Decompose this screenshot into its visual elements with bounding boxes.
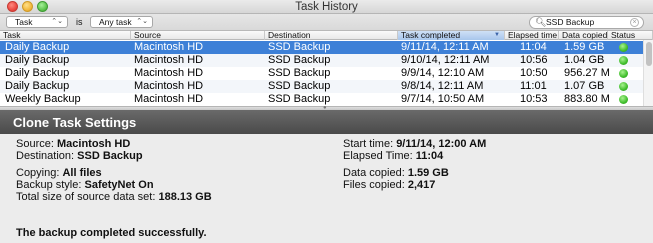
status-ok-icon (619, 43, 628, 52)
details-title: Clone Task Settings (13, 115, 137, 130)
details-header: Clone Task Settings (0, 110, 653, 134)
filter-value-popup[interactable]: Any task ⌃⌄ (90, 16, 153, 28)
detail-label: Data copied: (343, 167, 405, 179)
detail-data-copied: Data copied: 1.59 GB (343, 167, 449, 179)
table-row[interactable]: Daily Backup Macintosh HD SSD Backup 9/8… (0, 80, 643, 93)
window-title: Task History (295, 1, 358, 13)
detail-label: Total size of source data set: (16, 191, 156, 203)
scrollbar-thumb[interactable] (646, 42, 652, 66)
column-header-label: Task completed (401, 31, 461, 40)
detail-value: All files (62, 167, 102, 179)
cell-task: Weekly Backup (5, 93, 81, 105)
table-header: Task Source Destination Task completed ▼… (0, 31, 653, 40)
detail-label: Source: (16, 138, 54, 150)
cell-destination: SSD Backup (268, 93, 331, 105)
cell-source: Macintosh HD (134, 80, 204, 92)
search-icon: 🔍︎ (535, 17, 547, 27)
detail-label: Elapsed Time: (343, 150, 413, 162)
cell-task-completed: 9/11/14, 12:11 AM (401, 41, 489, 53)
detail-value: Macintosh HD (56, 138, 131, 150)
detail-copying: Copying: All files (16, 167, 102, 179)
column-header-task[interactable]: Task (0, 31, 131, 40)
detail-label: Destination: (16, 150, 75, 162)
detail-label: Start time: (343, 138, 394, 150)
cell-task: Daily Backup (5, 80, 70, 92)
task-history-table: Task Source Destination Task completed ▼… (0, 31, 653, 106)
detail-value: 188.13 GB (158, 191, 212, 203)
filter-toolbar: Task ⌃⌄ is Any task ⌃⌄ 🔍︎ SSD Backup × (0, 14, 653, 31)
vertical-scrollbar[interactable] (643, 40, 653, 106)
cell-data-copied: 956.27 MB (564, 67, 609, 79)
cell-destination: SSD Backup (268, 67, 331, 79)
detail-total-size: Total size of source data set: 188.13 GB (16, 191, 212, 203)
column-header-data-copied[interactable]: Data copied (559, 31, 608, 40)
detail-source: Source: Macintosh HD (16, 138, 130, 150)
table-row[interactable]: Daily Backup Macintosh HD SSD Backup 9/1… (0, 54, 643, 67)
cell-data-copied: 1.59 GB (564, 41, 605, 53)
filter-field-popup[interactable]: Task ⌃⌄ (6, 16, 68, 28)
cell-source: Macintosh HD (134, 93, 204, 105)
detail-label: Backup style: (16, 179, 82, 191)
result-message: The backup completed successfully. (16, 227, 207, 239)
filter-operator-label: is (76, 17, 83, 27)
details-panel: Source: Macintosh HD Destination: SSD Ba… (0, 134, 653, 243)
detail-value: SafetyNet On (84, 179, 154, 191)
status-ok-icon (619, 82, 628, 91)
cell-source: Macintosh HD (134, 67, 204, 79)
detail-value: 11:04 (415, 150, 444, 162)
detail-backup-style: Backup style: SafetyNet On (16, 179, 154, 191)
cell-task-completed: 9/9/14, 12:10 AM (401, 67, 485, 79)
detail-label: Files copied: (343, 179, 405, 191)
cell-destination: SSD Backup (268, 41, 331, 53)
detail-start-time: Start time: 9/11/14, 12:00 AM (343, 138, 486, 150)
column-header-source[interactable]: Source (131, 31, 265, 40)
table-row[interactable]: Daily Backup Macintosh HD SSD Backup 9/9… (0, 67, 643, 80)
popup-arrows-icon: ⌃⌄ (51, 18, 63, 25)
popup-arrows-icon: ⌃⌄ (136, 18, 148, 25)
sort-descending-icon: ▼ (494, 32, 500, 38)
cell-destination: SSD Backup (268, 80, 331, 92)
detail-value: 9/11/14, 12:00 AM (396, 138, 487, 150)
status-ok-icon (619, 95, 628, 104)
title-bar: Task History (0, 0, 653, 14)
detail-value: 2,417 (407, 179, 436, 191)
search-field[interactable]: 🔍︎ SSD Backup × (529, 16, 644, 29)
detail-elapsed-time: Elapsed Time: 11:04 (343, 150, 443, 162)
detail-files-copied: Files copied: 2,417 (343, 179, 435, 191)
cell-destination: SSD Backup (268, 54, 331, 66)
cell-task-completed: 9/8/14, 12:11 AM (401, 80, 484, 92)
cell-elapsed-time: 11:01 (520, 80, 547, 92)
detail-value: SSD Backup (77, 150, 143, 162)
cell-task-completed: 9/7/14, 10:50 AM (401, 93, 485, 105)
cell-elapsed-time: 10:53 (520, 93, 548, 105)
detail-value: 1.59 GB (407, 167, 449, 179)
cell-source: Macintosh HD (134, 54, 204, 66)
status-ok-icon (619, 69, 628, 78)
search-input-value[interactable]: SSD Backup (546, 17, 594, 28)
cell-data-copied: 883.80 MB (564, 93, 609, 105)
cell-elapsed-time: 11:04 (520, 41, 547, 53)
cell-task: Daily Backup (5, 54, 70, 66)
column-header-task-completed[interactable]: Task completed ▼ (398, 31, 505, 40)
clear-icon[interactable]: × (630, 18, 639, 27)
column-header-destination[interactable]: Destination (265, 31, 398, 40)
cell-task-completed: 9/10/14, 12:11 AM (401, 54, 490, 66)
cell-elapsed-time: 10:56 (520, 54, 548, 66)
cell-data-copied: 1.07 GB (564, 80, 605, 92)
cell-source: Macintosh HD (134, 41, 204, 53)
detail-label: Copying: (16, 167, 60, 179)
column-header-status[interactable]: Status (608, 31, 653, 40)
filter-field-label: Task (15, 17, 33, 27)
status-ok-icon (619, 56, 628, 65)
cell-data-copied: 1.04 GB (564, 54, 605, 66)
detail-destination: Destination: SSD Backup (16, 150, 143, 162)
table-row[interactable]: Daily Backup Macintosh HD SSD Backup 9/1… (0, 41, 643, 54)
cell-elapsed-time: 10:50 (520, 67, 548, 79)
cell-task: Daily Backup (5, 41, 70, 53)
column-header-elapsed-time[interactable]: Elapsed time (505, 31, 559, 40)
table-row[interactable]: Weekly Backup Macintosh HD SSD Backup 9/… (0, 93, 643, 106)
cell-task: Daily Backup (5, 67, 70, 79)
filter-value-label: Any task (99, 17, 132, 27)
